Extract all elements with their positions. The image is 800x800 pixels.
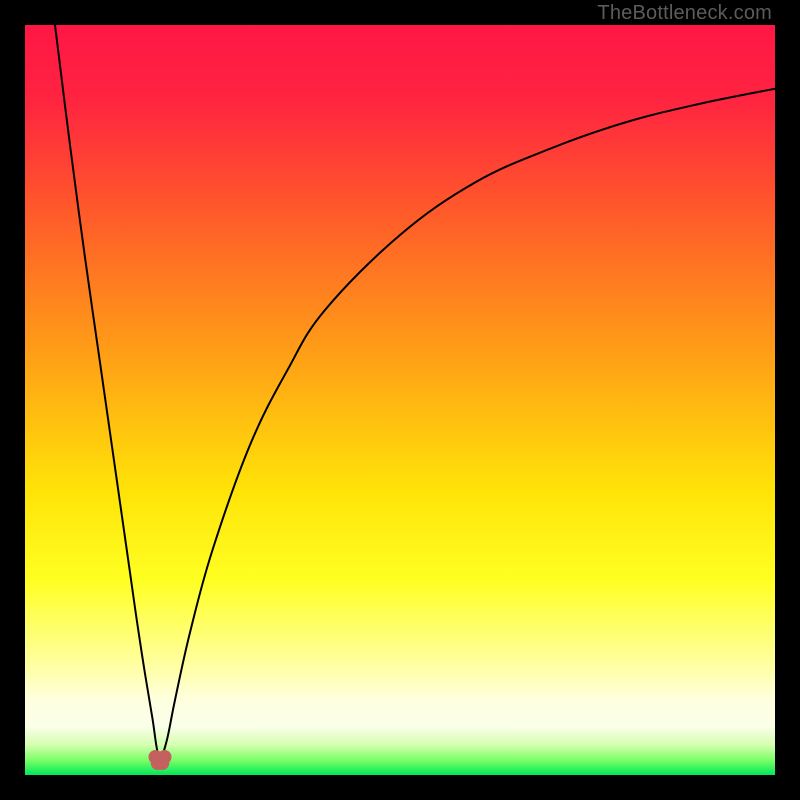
chart-frame: TheBottleneck.com	[0, 0, 800, 800]
minimum-marker	[158, 750, 172, 764]
curve-layer	[25, 25, 775, 775]
curve-right-branch	[160, 89, 775, 764]
minimum-markers	[149, 750, 172, 770]
watermark-text: TheBottleneck.com	[597, 2, 772, 25]
plot-area	[25, 25, 775, 775]
curve-left-branch	[55, 25, 160, 764]
